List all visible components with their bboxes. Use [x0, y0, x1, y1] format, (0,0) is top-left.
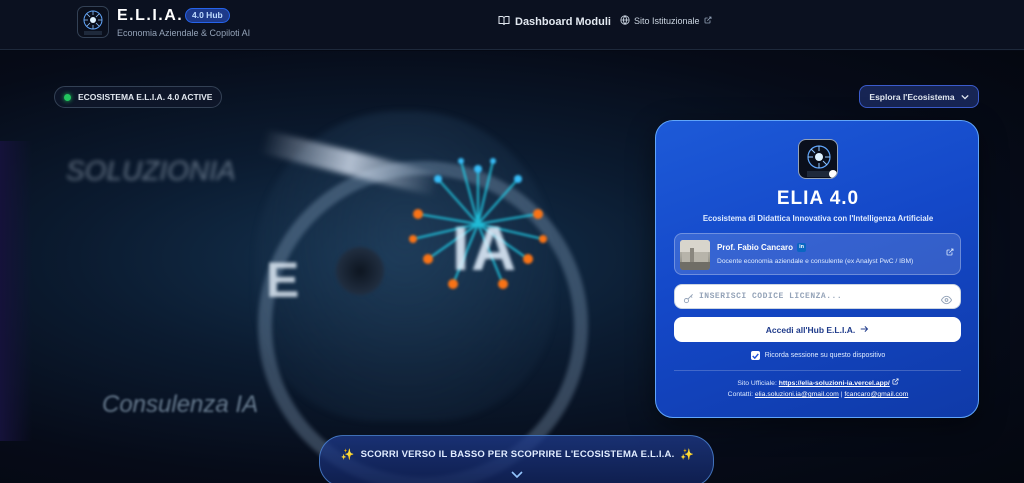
access-hub-button[interactable]: Accedi all'Hub E.L.I.A.: [674, 317, 961, 342]
nav-site-link[interactable]: Sito Istituzionale: [620, 15, 712, 27]
nav-dashboard-link[interactable]: Dashboard Moduli: [498, 15, 611, 29]
version-badge: 4.0 Hub: [185, 8, 230, 23]
explore-ecosystem-button[interactable]: Esplora l'Ecosistema: [859, 85, 979, 108]
sparkles-icon: ✨: [340, 449, 355, 461]
elia-logo[interactable]: [77, 6, 109, 38]
official-site-link[interactable]: https://elia-soluzioni-ia.vercel.app/: [779, 380, 890, 387]
external-link-icon: [704, 16, 712, 26]
professor-description: Docente economia aziendale e consulente …: [717, 258, 914, 265]
status-text: ECOSISTEMA E.L.I.A. 4.0 ACTIVE: [78, 92, 213, 102]
nav-dashboard-label: Dashboard Moduli: [515, 16, 611, 28]
login-card: ELIA 4.0 Ecosistema di Didattica Innovat…: [655, 120, 979, 418]
hero-blurred-logo-text: SOLUZIONIA: [66, 155, 236, 186]
email-link-secondary[interactable]: fcancaro@gmail.com: [844, 391, 908, 398]
nav-site-label: Sito Istituzionale: [634, 16, 700, 26]
card-title: ELIA 4.0: [776, 188, 860, 209]
hero-letter-e: E: [266, 252, 300, 308]
professor-profile-card[interactable]: Prof. Fabio Cancaro in Docente economia a…: [674, 233, 961, 275]
license-input-wrapper: [674, 284, 961, 309]
external-link-icon[interactable]: [946, 243, 954, 261]
remember-session-checkbox[interactable]: [750, 351, 760, 360]
explore-label: Esplora l'Ecosistema: [869, 91, 955, 102]
elia-card-logo: [798, 139, 838, 179]
chevron-down-icon: [960, 92, 969, 102]
chevron-down-icon: [511, 465, 523, 483]
contacts-prefix: Contatti:: [727, 391, 753, 398]
scroll-banner-row: ✨ SCORRI VERSO IL BASSO PER SCOPRIRE L'E…: [320, 448, 715, 461]
official-site-row: Sito Ufficiale: https://elia-soluzioni-i…: [656, 378, 980, 387]
scroll-banner-text: SCORRI VERSO IL BASSO PER SCOPRIRE L'ECO…: [360, 449, 675, 460]
book-open-icon: [498, 15, 510, 29]
remember-session-row[interactable]: Ricorda sessione su questo dispositivo: [656, 351, 980, 360]
card-divider: [674, 370, 961, 371]
hero-ia-text: IA: [452, 215, 518, 284]
contacts-row: Contatti: elia.soluzioni.ia@gmail.com | …: [656, 391, 980, 398]
brand-title: E.L.I.A.: [117, 7, 184, 24]
ecosystem-status-badge: ECOSISTEMA E.L.I.A. 4.0 ACTIVE: [54, 86, 223, 108]
professor-photo: [680, 240, 710, 270]
access-hub-label: Accedi all'Hub E.L.I.A.: [765, 324, 856, 335]
status-active-dot: [64, 93, 71, 101]
external-link-icon: [892, 378, 899, 385]
card-subtitle: Ecosistema di Didattica Innovativa con l…: [702, 214, 934, 223]
arrow-right-icon: [860, 325, 869, 335]
linkedin-icon[interactable]: in: [797, 243, 807, 253]
contacts-separator: |: [840, 391, 843, 398]
brand-subtitle: Economia Aziendale & Copiloti AI: [117, 28, 251, 38]
sparkles-icon: ✨: [680, 449, 695, 461]
key-icon: [683, 291, 694, 309]
official-site-prefix: Sito Ufficiale:: [737, 380, 777, 387]
hero-left-shade: [0, 141, 32, 441]
email-link-primary[interactable]: elia.soluzioni.ia@gmail.com: [755, 391, 839, 398]
scroll-down-banner[interactable]: ✨ SCORRI VERSO IL BASSO PER SCOPRIRE L'E…: [319, 435, 714, 483]
eye-icon[interactable]: [940, 292, 953, 310]
globe-icon: [620, 15, 630, 27]
hero-consulenza-text: Consulenza IA: [102, 391, 259, 418]
top-header: E.L.I.A. 4.0 Hub Economia Aziendale & Co…: [0, 0, 1024, 50]
remember-session-label: Ricorda sessione su questo dispositivo: [764, 352, 886, 359]
hero-eye: [336, 247, 384, 295]
license-code-input[interactable]: [699, 285, 935, 308]
professor-name: Prof. Fabio Cancaro: [717, 243, 794, 252]
professor-name-row: Prof. Fabio Cancaro in: [717, 243, 807, 253]
